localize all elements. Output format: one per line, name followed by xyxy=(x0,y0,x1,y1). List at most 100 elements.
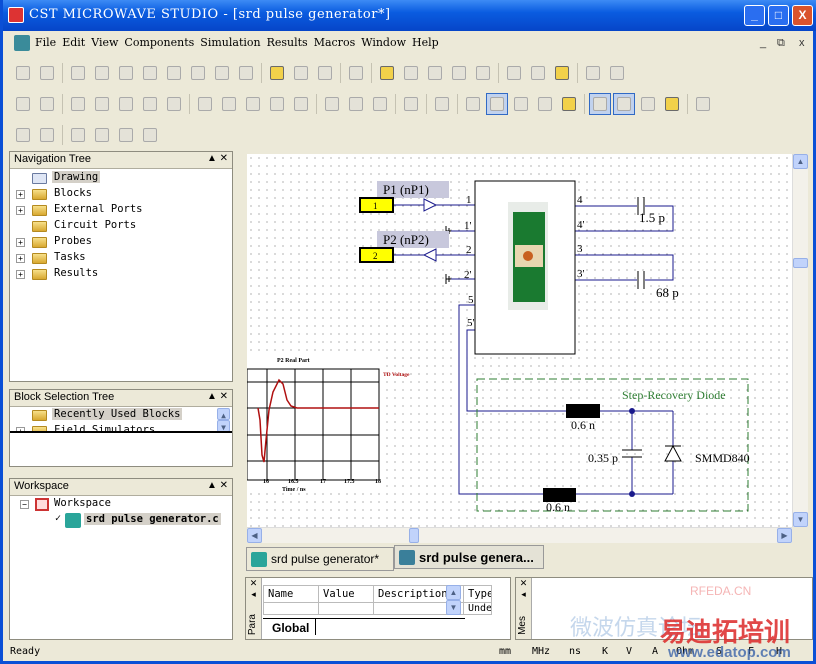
open-folder-button[interactable] xyxy=(36,62,58,84)
import-button[interactable] xyxy=(551,62,573,84)
table-cell[interactable] xyxy=(318,602,374,615)
tree-item-blocks[interactable]: + Blocks xyxy=(10,186,232,202)
undo-button[interactable] xyxy=(139,62,161,84)
chart3-button[interactable] xyxy=(115,93,137,115)
scroll-left-button[interactable]: ◀ xyxy=(247,528,262,543)
smith1-button[interactable] xyxy=(321,93,343,115)
block2-button[interactable] xyxy=(527,62,549,84)
zoom-fit-button[interactable] xyxy=(12,93,34,115)
ruler-button[interactable] xyxy=(266,62,288,84)
cascade-button[interactable] xyxy=(582,62,604,84)
scroll-down-button[interactable]: ▼ xyxy=(217,420,230,431)
print-button[interactable] xyxy=(115,62,137,84)
menu-help[interactable]: Help xyxy=(409,33,442,52)
scroll-up-button[interactable]: ▲ xyxy=(446,585,461,600)
panel-controls[interactable]: ▲ ✕ xyxy=(207,480,228,491)
tree-item-results[interactable]: + Results xyxy=(10,266,232,282)
tile-button[interactable] xyxy=(606,62,628,84)
tree-item-circuit-ports[interactable]: Circuit Ports xyxy=(10,218,232,234)
table-cell[interactable]: Undef xyxy=(463,602,492,615)
menu-file[interactable]: File xyxy=(32,33,59,52)
layout5-button[interactable] xyxy=(290,93,312,115)
column-header[interactable]: Value xyxy=(318,585,374,603)
align1-button[interactable] xyxy=(12,124,34,146)
layout1-button[interactable] xyxy=(194,93,216,115)
tab-srd-pulse-generator-3d[interactable]: srd pulse genera... xyxy=(394,545,544,569)
tree-item-probes[interactable]: + Probes xyxy=(10,234,232,250)
export-button[interactable] xyxy=(345,62,367,84)
layout2-button[interactable] xyxy=(218,93,240,115)
menu-components[interactable]: Components xyxy=(121,33,197,52)
chart2-button[interactable] xyxy=(91,93,113,115)
smith3-button[interactable] xyxy=(369,93,391,115)
minimize-button[interactable]: _ xyxy=(744,5,765,26)
panel-controls[interactable]: ▲ ✕ xyxy=(207,391,228,402)
ground-button[interactable] xyxy=(424,62,446,84)
rotate-button[interactable] xyxy=(510,93,532,115)
chart1-button[interactable] xyxy=(67,93,89,115)
menu-simulation[interactable]: Simulation xyxy=(197,33,263,52)
messages-panel-tab[interactable]: ✕ ◂ Mes xyxy=(516,578,532,639)
expand-icon[interactable]: + xyxy=(16,206,25,215)
group3-button[interactable] xyxy=(115,124,137,146)
panel-controls[interactable]: ▲ ✕ xyxy=(207,153,228,164)
layout4-button[interactable] xyxy=(266,93,288,115)
table-cell[interactable] xyxy=(263,602,319,615)
tree-item-tasks[interactable]: + Tasks xyxy=(10,250,232,266)
group1-button[interactable] xyxy=(67,124,89,146)
scroll-down-button[interactable]: ▼ xyxy=(446,600,461,615)
block-button[interactable] xyxy=(503,62,525,84)
tab-srd-pulse-generator[interactable]: srd pulse generator* xyxy=(246,547,394,571)
scroll-up-button[interactable]: ▲ xyxy=(217,408,230,420)
tree-item[interactable]: + Field Simulators xyxy=(10,423,232,431)
settings-button[interactable] xyxy=(692,93,714,115)
expand-icon[interactable]: + xyxy=(16,190,25,199)
close-button[interactable]: X xyxy=(792,5,813,26)
menu-view[interactable]: View xyxy=(88,33,121,52)
mdi-close-button[interactable]: x xyxy=(799,37,805,49)
schematic-canvas[interactable]: P1 (nP1) 1 P2 (nP2) 2 1 1' 2 2' 5 5' 4 4… xyxy=(247,154,792,527)
expand-icon[interactable]: + xyxy=(16,270,25,279)
cut-button[interactable] xyxy=(235,62,257,84)
layout3-button[interactable] xyxy=(242,93,264,115)
port-number-button[interactable] xyxy=(376,62,398,84)
scroll-up-button[interactable]: ▲ xyxy=(793,154,808,169)
scroll-thumb[interactable] xyxy=(793,258,808,268)
select-arrow-button[interactable] xyxy=(462,93,484,115)
collapse-icon[interactable]: − xyxy=(20,500,29,509)
menu-edit[interactable]: Edit xyxy=(59,33,88,52)
wire-button[interactable] xyxy=(448,62,470,84)
tree-item[interactable]: Recently Used Blocks xyxy=(10,407,232,423)
menu-results[interactable]: Results xyxy=(264,33,311,52)
save-button[interactable] xyxy=(67,62,89,84)
sheet-tab-global[interactable]: Global xyxy=(268,619,317,635)
group4-button[interactable] xyxy=(139,124,161,146)
graph-button[interactable] xyxy=(400,93,422,115)
save-all-button[interactable] xyxy=(91,62,113,84)
zoom-button[interactable] xyxy=(486,93,508,115)
expand-icon[interactable]: + xyxy=(16,238,25,247)
pan-button[interactable] xyxy=(36,93,58,115)
grid-button[interactable] xyxy=(589,93,611,115)
copy-button[interactable] xyxy=(187,62,209,84)
expand-icon[interactable]: + xyxy=(16,254,25,263)
parameter-panel-tab[interactable]: ✕ ◂ Para xyxy=(246,578,262,639)
grid-snap-button[interactable] xyxy=(613,93,635,115)
report-button[interactable] xyxy=(431,93,453,115)
redo-button[interactable] xyxy=(163,62,185,84)
smith2-button[interactable] xyxy=(345,93,367,115)
menu-macros[interactable]: Macros xyxy=(311,33,359,52)
expand-icon[interactable]: + xyxy=(16,427,25,431)
scroll-right-button[interactable]: ▶ xyxy=(777,528,792,543)
run-button[interactable] xyxy=(314,62,336,84)
horizontal-scrollbar[interactable]: ◀ ▶ xyxy=(247,527,792,543)
column-header[interactable]: Name xyxy=(263,585,319,603)
group2-button[interactable] xyxy=(91,124,113,146)
menu-window[interactable]: Window xyxy=(358,33,409,52)
workspace-root[interactable]: − Workspace xyxy=(10,496,232,512)
chart4-button[interactable] xyxy=(139,93,161,115)
scroll-down-button[interactable]: ▼ xyxy=(793,512,808,527)
scroll-thumb[interactable] xyxy=(409,528,419,543)
move-button[interactable] xyxy=(558,93,580,115)
column-header[interactable]: Type xyxy=(463,585,492,603)
